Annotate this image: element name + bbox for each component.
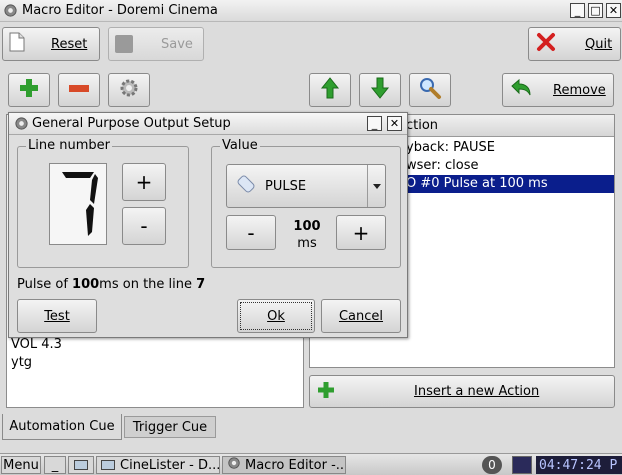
seven-segment-digit [62, 172, 98, 236]
reset-button[interactable]: Reset [2, 27, 100, 61]
duration-value: 100 [293, 219, 321, 234]
remove-label: Remove [553, 82, 606, 98]
minus-icon [67, 83, 91, 98]
taskbar-show-desktop[interactable] [68, 456, 94, 474]
settings-button[interactable] [108, 73, 150, 107]
value-select[interactable]: PULSE [226, 164, 386, 208]
save-icon [115, 35, 133, 53]
dialog-close-button[interactable]: ✕ [387, 116, 402, 131]
list-item[interactable]: ytg [11, 355, 32, 370]
test-button[interactable]: Test [17, 299, 97, 333]
dialog-titlebar[interactable]: General Purpose Output Setup _ ✕ [9, 113, 407, 135]
start-menu-button[interactable]: Menu [1, 456, 41, 474]
quit-button[interactable]: Quit [528, 27, 621, 61]
value-group: Value PULSE - 100 ms + [211, 138, 401, 268]
gear-icon [227, 457, 241, 473]
window-titlebar[interactable]: Macro Editor - Doremi Cinema _ □ ✕ [0, 0, 622, 22]
duration-unit: ms [297, 236, 317, 251]
gear-icon [14, 116, 29, 134]
dialog-minimize-button[interactable]: _ [367, 116, 382, 131]
tab-trigger-cue[interactable]: Trigger Cue [124, 416, 216, 438]
search-button[interactable] [409, 73, 451, 107]
plus-icon [316, 380, 336, 404]
monitor-icon [101, 460, 115, 470]
cancel-button[interactable]: Cancel [321, 299, 401, 333]
pulse-summary: Pulse of 100ms on the line 7 [17, 277, 206, 292]
taskbar: Menu _ CineLister - D... Macro Editor -.… [0, 453, 622, 475]
magnifier-icon [418, 76, 442, 104]
delete-button[interactable] [58, 73, 100, 107]
gear-icon [119, 78, 139, 102]
move-down-button[interactable] [359, 73, 401, 107]
line-number-display: 7 [49, 163, 107, 245]
window-title: Macro Editor - Doremi Cinema [22, 3, 218, 18]
line-plus-button[interactable]: + [122, 163, 166, 201]
line-number-group: Line number 7 + - [17, 138, 189, 268]
dropdown-arrow[interactable] [367, 165, 385, 207]
plus-icon [17, 76, 41, 104]
pulse-icon [233, 171, 259, 201]
line-minus-button[interactable]: - [122, 207, 166, 245]
save-button[interactable]: Save [108, 27, 204, 61]
gpo-setup-dialog[interactable]: General Purpose Output Setup _ ✕ Line nu… [8, 112, 408, 338]
insert-action-button[interactable]: Insert a new Action [309, 375, 615, 408]
maximize-button[interactable]: □ [588, 3, 603, 18]
monitor-icon [74, 460, 88, 470]
reset-label: Reset [51, 36, 88, 52]
add-button[interactable] [8, 73, 50, 107]
taskbar-task-cinelister[interactable]: CineLister - D... [96, 456, 220, 474]
quit-label: Quit [585, 36, 613, 52]
arrow-up-icon [320, 77, 340, 103]
list-item[interactable]: VOL 4.3 [11, 337, 62, 352]
tray-icon[interactable] [512, 456, 532, 474]
insert-action-label: Insert a new Action [414, 384, 540, 399]
gear-icon [3, 3, 18, 18]
arrow-down-icon [370, 77, 390, 103]
remove-button[interactable]: Remove [502, 73, 614, 107]
close-button[interactable]: ✕ [606, 3, 621, 18]
duration-plus-button[interactable]: + [336, 215, 386, 250]
red-x-icon [535, 31, 557, 57]
tab-automation-cue[interactable]: Automation Cue [2, 414, 122, 440]
undo-arrow-icon [509, 78, 533, 102]
taskbar-task-macro-editor[interactable]: Macro Editor -... [222, 456, 346, 474]
duration-minus-button[interactable]: - [226, 215, 276, 250]
document-icon [9, 32, 25, 56]
ok-button[interactable]: Ok [237, 299, 315, 333]
dialog-title: General Purpose Output Setup [32, 116, 231, 131]
taskbar-minimize-all[interactable]: _ [44, 456, 66, 474]
save-label: Save [161, 36, 193, 52]
minimize-button[interactable]: _ [570, 3, 585, 18]
move-up-button[interactable] [309, 73, 351, 107]
chevron-down-icon [372, 183, 381, 189]
clock[interactable]: 04:47:24 P [536, 456, 622, 474]
notification-badge[interactable]: 0 [482, 456, 502, 474]
